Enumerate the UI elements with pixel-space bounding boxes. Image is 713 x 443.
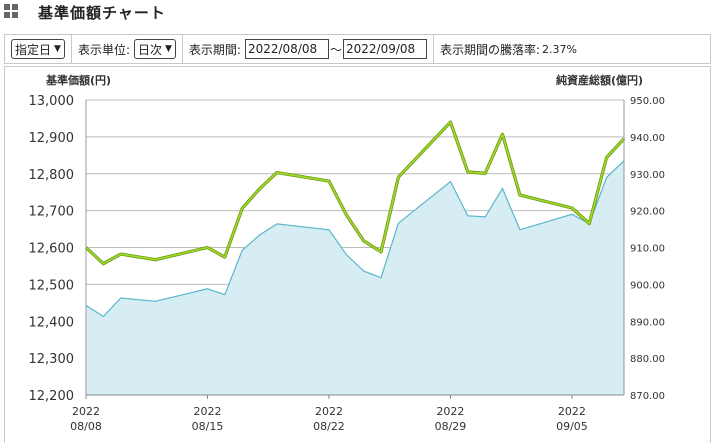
x-tick-label-year: 2022 <box>193 405 221 418</box>
x-tick-label-year: 2022 <box>558 405 586 418</box>
y-tick-left: 12,300 <box>29 352 75 367</box>
nav-chart: 13,000 950.00 12,900 940.00 12,800 930.00 12,7… <box>29 73 666 433</box>
y-tick-right: 900.00 <box>630 280 665 291</box>
y-tick-left: 12,700 <box>29 205 75 220</box>
y-tick-right: 870.00 <box>630 391 665 402</box>
y-tick-left: 12,900 <box>29 131 75 146</box>
y-tick-right: 910.00 <box>630 244 665 255</box>
nav-area <box>86 160 624 395</box>
y-tick-left: 12,400 <box>29 315 75 330</box>
y-tick-left: 13,000 <box>29 94 75 109</box>
y-tick-right: 940.00 <box>630 133 665 144</box>
x-tick-label-date: 08/08 <box>70 420 102 433</box>
x-tick-label-year: 2022 <box>72 405 100 418</box>
x-tick-label-year: 2022 <box>436 405 464 418</box>
x-tick-label-date: 08/29 <box>435 420 467 433</box>
y-tick-right: 880.00 <box>630 354 665 365</box>
y-tick-left: 12,500 <box>29 278 75 293</box>
y-axis-label-left: 基準価額(円) <box>45 73 111 87</box>
x-tick-label-date: 08/15 <box>192 420 224 433</box>
y-tick-right: 930.00 <box>630 170 665 181</box>
y-tick-left: 12,800 <box>29 168 75 183</box>
y-tick-right: 890.00 <box>630 317 665 328</box>
x-tick-label-date: 09/05 <box>556 420 588 433</box>
y-tick-left: 12,200 <box>29 389 75 404</box>
x-tick-label-year: 2022 <box>315 405 343 418</box>
x-tick-label-date: 08/22 <box>313 420 345 433</box>
y-tick-right: 920.00 <box>630 207 665 218</box>
y-tick-left: 12,600 <box>29 242 75 257</box>
y-axis-label-right: 純資産総額(億円) <box>556 73 643 87</box>
y-tick-right: 950.00 <box>630 96 665 107</box>
